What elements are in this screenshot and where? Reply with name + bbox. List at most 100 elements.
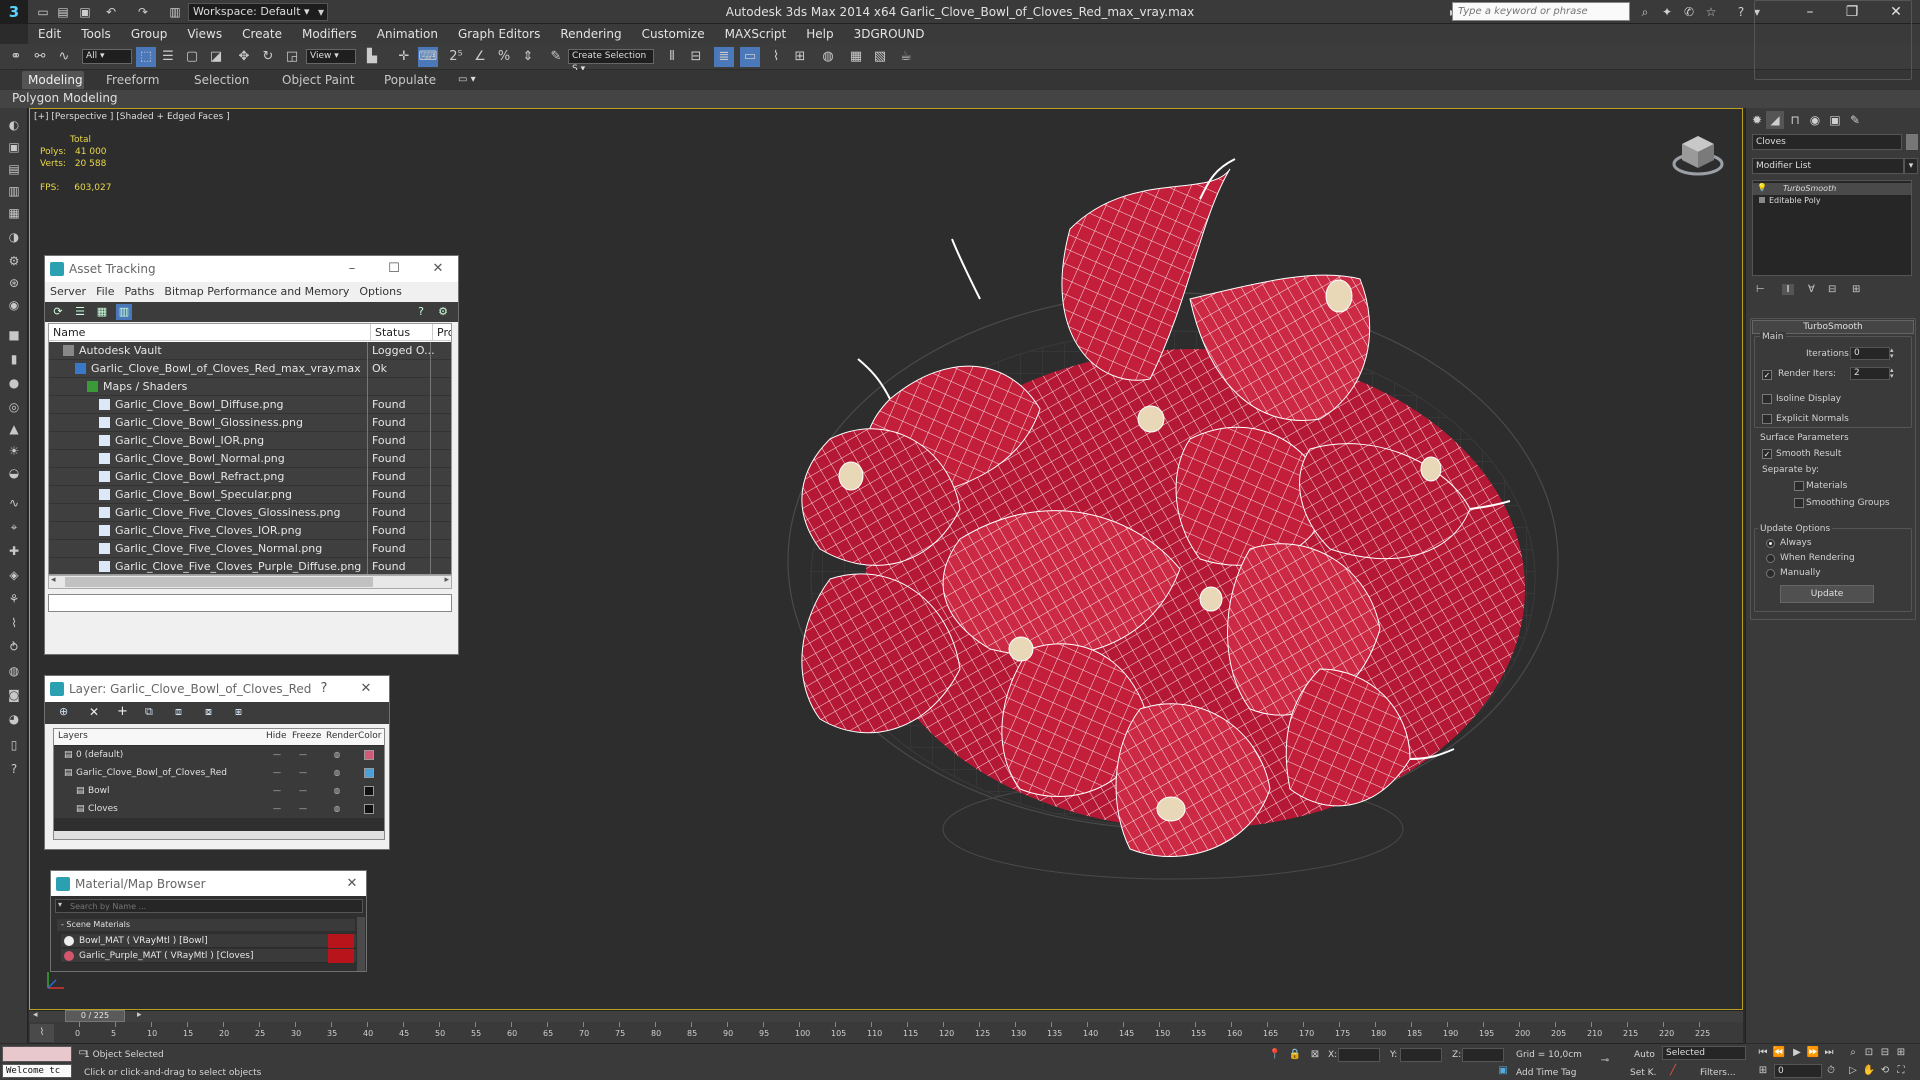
smooth-result-checkbox[interactable]: ✓ <box>1762 449 1772 459</box>
mirror-icon[interactable]: ⫴ <box>662 47 682 67</box>
menu-create[interactable]: Create <box>232 24 292 44</box>
table-view-icon[interactable]: ▦ <box>94 304 110 320</box>
tab-modeling[interactable]: Modeling <box>22 71 84 89</box>
utilities-panel-icon[interactable]: ✎ <box>1846 111 1864 129</box>
current-frame-field[interactable]: 0 <box>1774 1064 1822 1078</box>
layer-hide-toggle[interactable]: — <box>272 786 282 796</box>
space-warp-icon[interactable]: ◈ <box>4 566 24 584</box>
viewcube-icon[interactable] <box>1672 130 1724 182</box>
ribbon-options-icon[interactable]: ▭ ▾ <box>458 74 476 85</box>
remove-modifier-icon[interactable]: ⊟ <box>1828 284 1836 295</box>
bend-modifier-icon[interactable]: ⌇ <box>4 614 24 632</box>
blue-sphere-icon[interactable]: ◕ <box>4 710 24 728</box>
next-frame-icon[interactable]: ⏩ <box>1806 1046 1820 1060</box>
quick-slice-icon[interactable]: ▥ <box>4 182 24 200</box>
help-icon[interactable]: ? <box>1732 4 1750 20</box>
light-icon[interactable]: ☀ <box>4 442 24 460</box>
layer-hide-toggle[interactable]: — <box>272 768 282 778</box>
make-unique-icon[interactable]: ∀ <box>1808 284 1815 295</box>
edit-named-selection-icon[interactable]: ✎ <box>546 47 566 67</box>
layer-titlebar[interactable]: Layer: Garlic_Clove_Bowl_of_Cloves_Red ?… <box>45 676 389 702</box>
rectangular-selection-icon[interactable]: ▢ <box>182 47 202 67</box>
table-row[interactable]: Autodesk Vault Logged O... <box>49 342 451 360</box>
zoom-icon[interactable]: ⌕ <box>1846 1046 1860 1060</box>
iterations-spinner[interactable]: 0 <box>1850 347 1890 360</box>
open-file-icon[interactable]: ▤ <box>54 4 72 20</box>
table-row[interactable]: Garlic_Clove_Bowl_Diffuse.png Found <box>49 396 451 414</box>
layer-render-toggle[interactable]: ◍ <box>332 804 342 814</box>
table-row[interactable]: Garlic_Clove_Bowl_Normal.png Found <box>49 450 451 468</box>
window-crossing-icon[interactable]: ◪ <box>206 47 226 67</box>
freeze-all-layers-icon[interactable]: ⧆ <box>235 705 242 719</box>
sphere-primitive-icon[interactable]: ● <box>4 374 24 392</box>
asset-col-name[interactable]: Name <box>49 324 371 341</box>
pan-view-icon[interactable]: ✋ <box>1862 1064 1876 1078</box>
layer-hide-toggle[interactable]: — <box>272 804 282 814</box>
update-button[interactable]: Update <box>1780 585 1874 603</box>
layer-row[interactable]: ▤ 0 (default) — — ◍ <box>54 746 384 764</box>
asset-tracking-titlebar[interactable]: Asset Tracking – ☐ ✕ <box>45 256 458 282</box>
material-browser-titlebar[interactable]: Material/Map Browser ✕ <box>51 871 366 896</box>
select-by-name-icon[interactable]: ☰ <box>158 47 178 67</box>
table-row[interactable]: Garlic_Clove_Five_Cloves_Normal.png Found <box>49 540 451 558</box>
polygon-modeling-label[interactable]: Polygon Modeling <box>12 91 118 105</box>
set-key-button[interactable]: Set K. <box>1630 1068 1656 1078</box>
menu-modifiers[interactable]: Modifiers <box>292 24 367 44</box>
smoothing-groups-checkbox[interactable] <box>1794 498 1804 508</box>
curve-editor-icon[interactable]: ⌇ <box>766 47 786 67</box>
asset-maximize-button[interactable]: ☐ <box>383 259 405 279</box>
render-setup-icon[interactable]: ▦ <box>846 47 866 67</box>
zoom-all-icon[interactable]: ⊡ <box>1862 1046 1876 1060</box>
teapot-icon[interactable]: ◒ <box>4 464 24 482</box>
object-name-field[interactable]: Cloves <box>1752 134 1902 150</box>
scene-materials-section[interactable]: - Scene Materials <box>57 919 355 931</box>
cut-icon[interactable]: ▦ <box>4 204 24 222</box>
asset-minimize-button[interactable]: – <box>341 259 363 279</box>
select-and-rotate-icon[interactable]: ↻ <box>258 47 278 67</box>
key-mode-icon[interactable]: ⊞ <box>1756 1064 1770 1078</box>
absolute-mode-icon[interactable]: ⊠ <box>1308 1048 1322 1062</box>
rendered-frame-window-icon[interactable]: ▧ <box>870 47 890 67</box>
menu-edit[interactable]: Edit <box>28 24 71 44</box>
app-logo-icon[interactable]: 3 <box>0 0 28 24</box>
modifier-list-dropdown[interactable]: Modifier List <box>1752 158 1904 174</box>
zoom-extents-all-icon[interactable]: ⊞ <box>1894 1046 1908 1060</box>
layer-color-swatch[interactable] <box>364 750 374 760</box>
layer-col-layers[interactable]: Layers <box>58 731 88 741</box>
key-icon[interactable]: ⊸ <box>1598 1054 1612 1068</box>
maxscript-mini-listener-top[interactable] <box>2 1046 72 1062</box>
ribbon-toggle-icon[interactable]: ▭ <box>740 47 760 67</box>
select-layer-objects-icon[interactable]: ⧉ <box>145 705 153 719</box>
slice-plane-icon[interactable]: ▤ <box>4 160 24 178</box>
tab-freeform[interactable]: Freeform <box>100 71 165 89</box>
reference-coordinate-dropdown[interactable]: View ▾ <box>306 49 356 64</box>
zoom-extents-icon[interactable]: ⊟ <box>1878 1046 1892 1060</box>
viewport-label[interactable]: [+] [Perspective ] [Shaded + Edged Faces… <box>34 112 230 122</box>
menu-maxscript[interactable]: MAXScript <box>715 24 797 44</box>
layer-row[interactable]: ▤ Garlic_Clove_Bowl_of_Cloves_Red — — ◍ <box>54 764 384 782</box>
materials-checkbox[interactable] <box>1794 481 1804 491</box>
asset-menu-bitmap[interactable]: Bitmap Performance and Memory <box>159 282 354 302</box>
render-iters-spinner[interactable]: 2 <box>1850 367 1890 380</box>
always-radio[interactable] <box>1766 539 1775 548</box>
render-iters-checkbox[interactable]: ✓ <box>1762 370 1772 380</box>
layer-color-swatch[interactable] <box>364 804 374 814</box>
list-view-icon[interactable]: ☰ <box>72 304 88 320</box>
scroll-left-icon[interactable]: ◂ <box>51 575 56 585</box>
layer-render-toggle[interactable]: ◍ <box>332 750 342 760</box>
asset-scroll-thumb[interactable] <box>65 577 373 587</box>
asset-help-icon[interactable]: ? <box>413 304 429 320</box>
display-panel-icon[interactable]: ▯ <box>4 736 24 754</box>
stack-bulb-icon[interactable]: 💡 <box>1757 183 1767 192</box>
save-file-icon[interactable]: ▣ <box>76 4 94 20</box>
menu-help[interactable]: Help <box>796 24 843 44</box>
play-icon[interactable]: ▶ <box>1790 1046 1804 1060</box>
select-and-scale-icon[interactable]: ◲ <box>282 47 302 67</box>
maximize-viewport-icon[interactable]: ⛶ <box>1894 1064 1908 1078</box>
paint-deform-icon[interactable]: ◑ <box>4 228 24 246</box>
angle-snap-icon[interactable]: ∠ <box>470 47 490 67</box>
table-row[interactable]: Garlic_Clove_Five_Cloves_IOR.png Found <box>49 522 451 540</box>
filters-button[interactable]: Filters... <box>1700 1068 1736 1078</box>
named-selection-dropdown[interactable]: Create Selection S ▾ <box>568 49 654 74</box>
create-geometry-icon[interactable]: ◐ <box>4 116 24 134</box>
